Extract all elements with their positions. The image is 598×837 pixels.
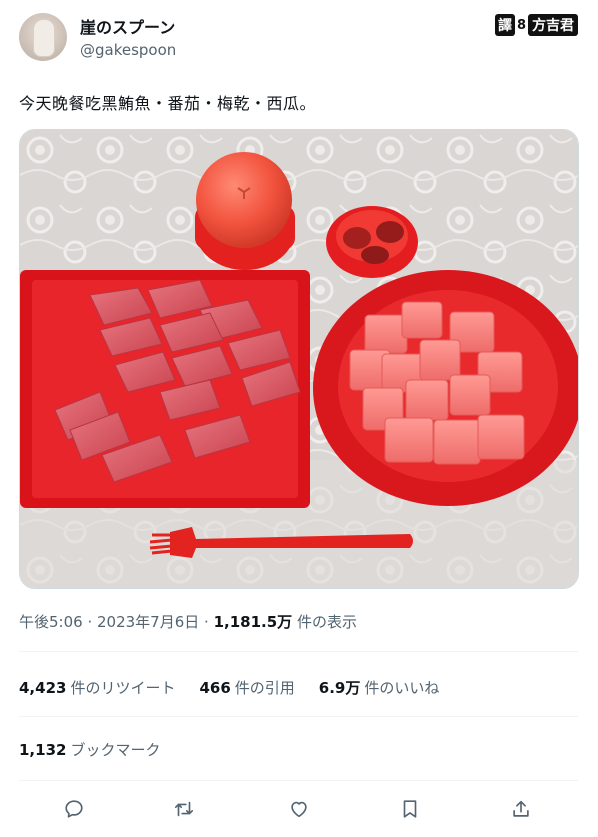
- divider: [19, 716, 578, 717]
- quote-count: 466: [199, 679, 231, 697]
- meta-separator: ·: [82, 613, 97, 631]
- avatar-figure: [33, 19, 55, 57]
- bookmark-label: ブックマーク: [70, 741, 161, 759]
- watermark-part3: 方吉君: [528, 14, 578, 36]
- engagement-stats: 4,423 件のリツイート 466 件の引用 6.9万 件のいいね: [19, 677, 439, 698]
- like-icon: [291, 801, 307, 818]
- action-bar: [19, 793, 578, 825]
- bookmark-icon: [403, 800, 417, 818]
- like-count: 6.9万: [318, 679, 361, 697]
- translator-watermark: 譯 8 方吉君: [494, 14, 578, 36]
- share-icon: [513, 800, 529, 817]
- avatar[interactable]: [19, 13, 67, 61]
- tweet-text: 今天晚餐吃黑鮪魚・番茄・梅乾・西瓜。: [19, 94, 317, 113]
- like-stat[interactable]: 6.9万 件のいいね: [319, 677, 440, 698]
- tweet-meta: 午後5:06 · 2023年7月6日 · 1,181.5万 件の表示: [19, 611, 357, 632]
- retweet-stat[interactable]: 4,423 件のリツイート: [19, 677, 175, 698]
- bookmark-count: 1,132: [19, 741, 67, 759]
- divider: [19, 651, 578, 652]
- post-time[interactable]: 午後5:06: [19, 613, 83, 631]
- bookmark-button[interactable]: [393, 793, 427, 825]
- quote-stat[interactable]: 466 件の引用: [199, 677, 294, 698]
- retweet-icon: [174, 801, 194, 817]
- bookmark-stat[interactable]: 1,132 ブックマーク: [19, 739, 160, 760]
- retweet-label: 件のリツイート: [70, 679, 176, 697]
- view-label: 件の表示: [292, 613, 357, 631]
- retweet-count: 4,423: [19, 679, 67, 697]
- view-count: 1,181.5万: [213, 613, 293, 631]
- watermark-part1: 譯: [494, 14, 515, 36]
- like-label: 件のいいね: [364, 679, 440, 697]
- food-photo: [20, 130, 578, 588]
- meta-separator: ·: [199, 613, 214, 631]
- tweet-photo[interactable]: [19, 129, 579, 589]
- display-name[interactable]: 崖のスプーン: [80, 14, 175, 38]
- divider: [19, 780, 578, 781]
- post-date[interactable]: 2023年7月6日: [97, 613, 199, 631]
- like-button[interactable]: [282, 793, 316, 825]
- retweet-button[interactable]: [167, 793, 201, 825]
- share-button[interactable]: [504, 793, 538, 825]
- watermark-part2: 8: [516, 17, 526, 33]
- quote-label: 件の引用: [234, 679, 295, 697]
- user-handle[interactable]: @gakespoon: [80, 41, 176, 59]
- reply-icon: [65, 800, 83, 818]
- reply-button[interactable]: [57, 793, 91, 825]
